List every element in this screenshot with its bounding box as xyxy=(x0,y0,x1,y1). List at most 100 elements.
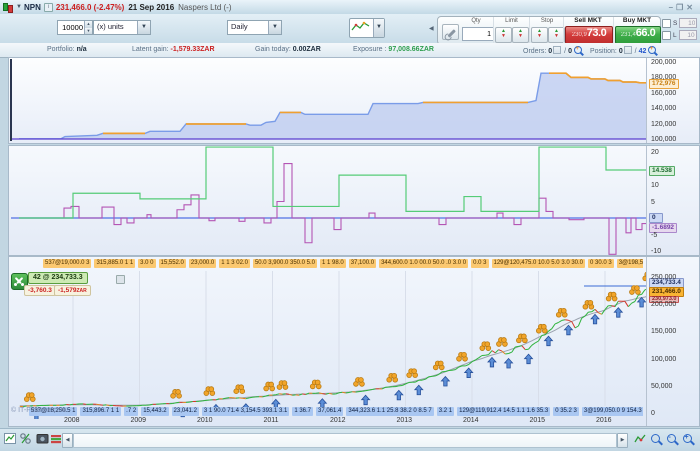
sell-marker-icon[interactable] xyxy=(583,300,594,309)
scroll-left-button[interactable]: ◀ xyxy=(62,433,73,448)
trade-annotation-chip: 129@120,475.0 10.0 5.0 3.0 30.0 xyxy=(492,259,586,268)
sell-marker-icon[interactable] xyxy=(497,338,508,347)
orders-label: Orders: xyxy=(523,48,546,55)
buy-market-button[interactable]: 231,466.0 xyxy=(615,26,661,44)
buy-marker-icon[interactable] xyxy=(544,336,552,346)
limit-sell-button[interactable]: ▲▼ xyxy=(512,27,529,43)
zoom-selection-icon[interactable] xyxy=(650,433,663,446)
price-chart[interactable] xyxy=(9,269,646,419)
scroll-right-button[interactable]: ▶ xyxy=(617,433,628,448)
percent-scale-icon[interactable] xyxy=(19,432,32,445)
chart-type-icon xyxy=(350,19,373,37)
sell-marker-icon[interactable] xyxy=(433,361,444,370)
zoom-out-icon[interactable]: - xyxy=(666,433,679,446)
buy-price-small: 231,4 xyxy=(621,32,636,38)
order-settings-button[interactable] xyxy=(442,24,459,40)
timeframe-select[interactable]: Daily ▼ xyxy=(227,20,282,35)
spinner-buttons[interactable]: ▲▼ xyxy=(84,21,92,34)
sell-marker-icon[interactable] xyxy=(606,292,617,301)
position-list-icon[interactable] xyxy=(624,46,632,54)
axis-cursor-bar[interactable] xyxy=(10,59,12,141)
sell-market-button[interactable]: 230,973.0 xyxy=(565,26,613,44)
limit-buy-button[interactable]: ▲▼ xyxy=(495,27,512,43)
chevron-down-icon[interactable]: ▼ xyxy=(373,19,384,37)
stop-label: Stop xyxy=(530,17,564,25)
sell-marker-icon[interactable] xyxy=(277,381,288,390)
chevron-down-icon[interactable]: ▼ xyxy=(137,21,150,34)
buy-marker-icon[interactable] xyxy=(614,308,622,318)
sell-marker-icon[interactable] xyxy=(24,393,35,402)
collapse-panel-icon[interactable]: ◀ xyxy=(429,25,434,32)
stop-checkbox[interactable] xyxy=(662,19,671,28)
portfolio-status: Portfolio: n/a xyxy=(47,46,87,53)
buy-marker-icon[interactable] xyxy=(395,390,403,400)
sell-marker-icon[interactable] xyxy=(630,286,641,295)
qty-input[interactable] xyxy=(462,27,494,41)
units-select[interactable]: (x) units ▼ xyxy=(93,20,151,35)
y-axis-label: 10 xyxy=(651,182,659,189)
close-button[interactable]: ✕ xyxy=(686,3,696,12)
orders-status: Orders: 0 / 0+ xyxy=(523,46,582,55)
chevron-down-icon[interactable]: ▼ xyxy=(268,21,281,34)
stop-distance-input[interactable] xyxy=(679,18,697,28)
x-axis-year-label: 2008 xyxy=(64,417,80,424)
quantity-spinner[interactable]: ▲▼ xyxy=(57,20,93,35)
quantity-input[interactable] xyxy=(58,21,84,34)
portfolio-label: Portfolio: xyxy=(47,46,75,53)
slash: / xyxy=(564,48,566,55)
orders-zoom-icon[interactable]: + xyxy=(574,46,582,54)
candlestick-icon xyxy=(3,2,12,12)
sell-mkt-label: Sell MKT xyxy=(564,17,612,25)
trade-annotation-chip: 315,885.0 1 1 xyxy=(94,259,135,268)
buy-marker-icon[interactable] xyxy=(441,377,449,387)
y-axis-label: 250,000 xyxy=(651,274,676,281)
minimize-button[interactable]: – xyxy=(669,3,676,12)
trade-annotation-chip: 344,323.6 1.1 25.8 38.2 0 8.5 7 xyxy=(346,407,433,416)
zoom-in-icon[interactable]: + xyxy=(682,433,695,446)
chart-type-button[interactable]: ▼ xyxy=(349,18,385,38)
sell-marker-icon[interactable] xyxy=(264,382,275,391)
sell-marker-icon[interactable] xyxy=(354,378,365,387)
x-axis-year-label: 2010 xyxy=(197,417,213,424)
buy-marker-icon[interactable] xyxy=(488,357,496,367)
stop-buy-button[interactable]: ▲▼ xyxy=(531,27,548,43)
sell-marker-icon[interactable] xyxy=(387,373,398,382)
screenshot-icon[interactable] xyxy=(36,432,49,445)
limit-distance-input[interactable] xyxy=(679,30,697,40)
position-label: Position: xyxy=(590,48,617,55)
symbol-dropdown-arrow[interactable]: ▼ xyxy=(16,4,22,10)
buy-marker-icon[interactable] xyxy=(415,385,423,395)
position-count: 0 xyxy=(619,48,623,55)
sell-marker-icon[interactable] xyxy=(407,369,418,378)
orders-list-icon[interactable] xyxy=(553,46,561,54)
info-icon[interactable]: i xyxy=(44,3,53,12)
horizontal-scrollbar[interactable] xyxy=(73,433,617,448)
sell-marker-icon[interactable] xyxy=(516,334,527,343)
sell-marker-icon[interactable] xyxy=(457,352,468,361)
qty-group: Qty xyxy=(460,17,492,44)
sell-marker-icon[interactable] xyxy=(171,389,182,398)
pan-chart-icon[interactable] xyxy=(634,433,647,446)
spin-down-icon[interactable]: ▼ xyxy=(85,28,92,35)
limit-checkbox[interactable] xyxy=(662,31,671,40)
sell-marker-icon[interactable] xyxy=(234,385,245,394)
sell-marker-icon[interactable] xyxy=(480,342,491,351)
x-axis-year-label: 2009 xyxy=(131,417,147,424)
buy-marker-icon[interactable] xyxy=(564,325,572,335)
buy-marker-icon[interactable] xyxy=(525,354,533,364)
open-position-pill[interactable]: 42 @ 234,733.3 xyxy=(28,272,88,284)
buy-marker-icon[interactable] xyxy=(362,395,370,405)
equity-chart[interactable] xyxy=(9,58,646,143)
sell-marker-icon[interactable] xyxy=(310,380,321,389)
sell-marker-icon[interactable] xyxy=(556,308,567,317)
buy-marker-icon[interactable] xyxy=(591,314,599,324)
buy-marker-icon[interactable] xyxy=(465,368,473,378)
buy-marker-icon[interactable] xyxy=(638,298,646,308)
indicator-chart[interactable] xyxy=(9,146,646,255)
limit-group: Limit ▲▼ ▲▼ xyxy=(493,17,529,44)
new-chart-icon[interactable] xyxy=(4,432,17,445)
buy-marker-icon[interactable] xyxy=(505,359,513,369)
maximize-button[interactable]: ❐ xyxy=(676,3,686,12)
badge-detail-icon[interactable] xyxy=(116,275,125,284)
position-zoom-icon[interactable]: + xyxy=(648,46,656,54)
